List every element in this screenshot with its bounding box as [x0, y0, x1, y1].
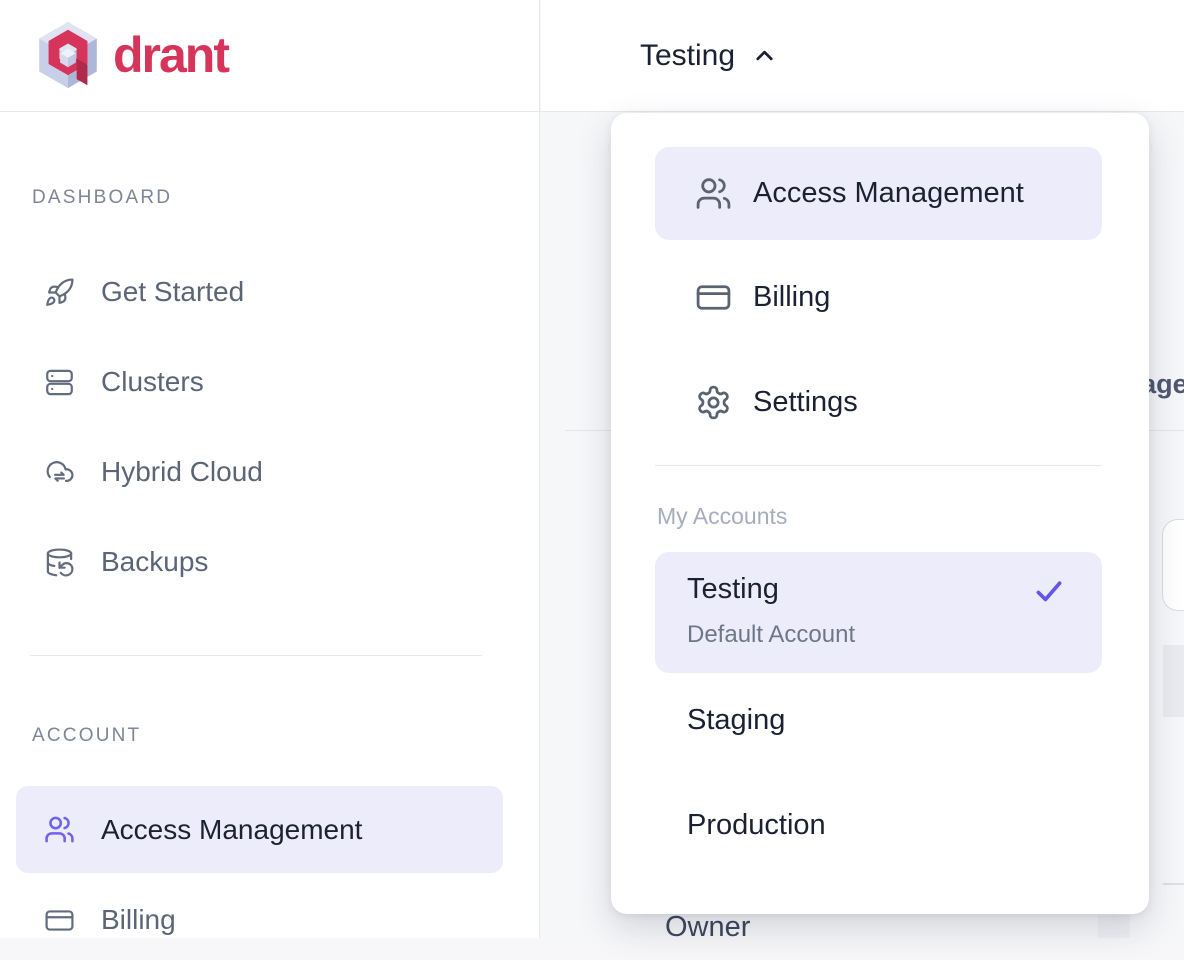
sidebar-item-hybrid-cloud[interactable]: Hybrid Cloud	[16, 432, 503, 512]
menu-item-label: Billing	[753, 281, 830, 314]
menu-item-access-management[interactable]: Access Management	[655, 147, 1102, 240]
account-switcher-button[interactable]: Testing	[640, 0, 778, 111]
sidebar-section-dashboard: DASHBOARD	[32, 187, 172, 209]
main-header: Testing	[541, 0, 1184, 111]
sidebar-item-clusters[interactable]: Clusters	[16, 342, 503, 422]
sidebar-item-billing[interactable]: Billing	[16, 880, 503, 960]
database-restore-icon	[44, 547, 75, 578]
qdrant-logo[interactable]: drant	[30, 18, 228, 92]
bg-row-label: Owner	[665, 911, 750, 944]
bg-column-strip	[1098, 915, 1130, 938]
check-icon	[1032, 574, 1066, 608]
menu-item-settings[interactable]: Settings	[655, 356, 1102, 449]
menu-item-label: Access Management	[753, 177, 1024, 210]
users-icon	[695, 175, 732, 212]
account-option-testing[interactable]: Testing Default Account	[655, 552, 1102, 673]
menu-divider	[655, 465, 1102, 466]
bg-divider	[1163, 883, 1184, 885]
my-accounts-label: My Accounts	[657, 503, 787, 530]
menu-item-billing[interactable]: Billing	[655, 251, 1102, 344]
bg-card	[1162, 519, 1184, 611]
account-name: Production	[687, 809, 826, 842]
qdrant-logo-icon	[30, 19, 106, 91]
sidebar-item-backups[interactable]: Backups	[16, 522, 503, 602]
sidebar-item-label: Backups	[101, 546, 208, 578]
sidebar: drant DASHBOARD Get Started Clusters Hyb…	[0, 0, 540, 938]
menu-item-label: Settings	[753, 386, 858, 419]
sidebar-item-label: Access Management	[101, 814, 362, 846]
sidebar-item-label: Hybrid Cloud	[101, 456, 263, 488]
qdrant-wordmark: drant	[113, 19, 228, 91]
sidebar-section-account: ACCOUNT	[32, 725, 141, 747]
account-option-staging[interactable]: Staging	[655, 690, 1102, 750]
users-icon	[44, 814, 75, 845]
account-name: Testing	[687, 573, 779, 606]
account-switcher-label: Testing	[640, 39, 735, 73]
sidebar-item-access-management[interactable]: Access Management	[16, 786, 503, 873]
account-menu: Access Management Billing Settings My Ac…	[611, 113, 1149, 914]
sidebar-item-label: Billing	[101, 904, 176, 936]
chevron-up-icon	[751, 42, 778, 69]
sidebar-item-get-started[interactable]: Get Started	[16, 252, 503, 332]
account-name: Staging	[687, 704, 785, 737]
cloud-sync-icon	[44, 457, 75, 488]
bg-table-header	[1163, 645, 1184, 717]
rocket-icon	[44, 277, 75, 308]
sidebar-item-label: Get Started	[101, 276, 244, 308]
credit-card-icon	[695, 279, 732, 316]
gear-icon	[695, 384, 732, 421]
header-divider	[0, 111, 1184, 112]
credit-card-icon	[44, 905, 75, 936]
account-option-production[interactable]: Production	[655, 795, 1102, 855]
sidebar-item-label: Clusters	[101, 366, 204, 398]
sidebar-divider	[30, 655, 482, 656]
account-description: Default Account	[687, 621, 855, 649]
servers-icon	[44, 367, 75, 398]
